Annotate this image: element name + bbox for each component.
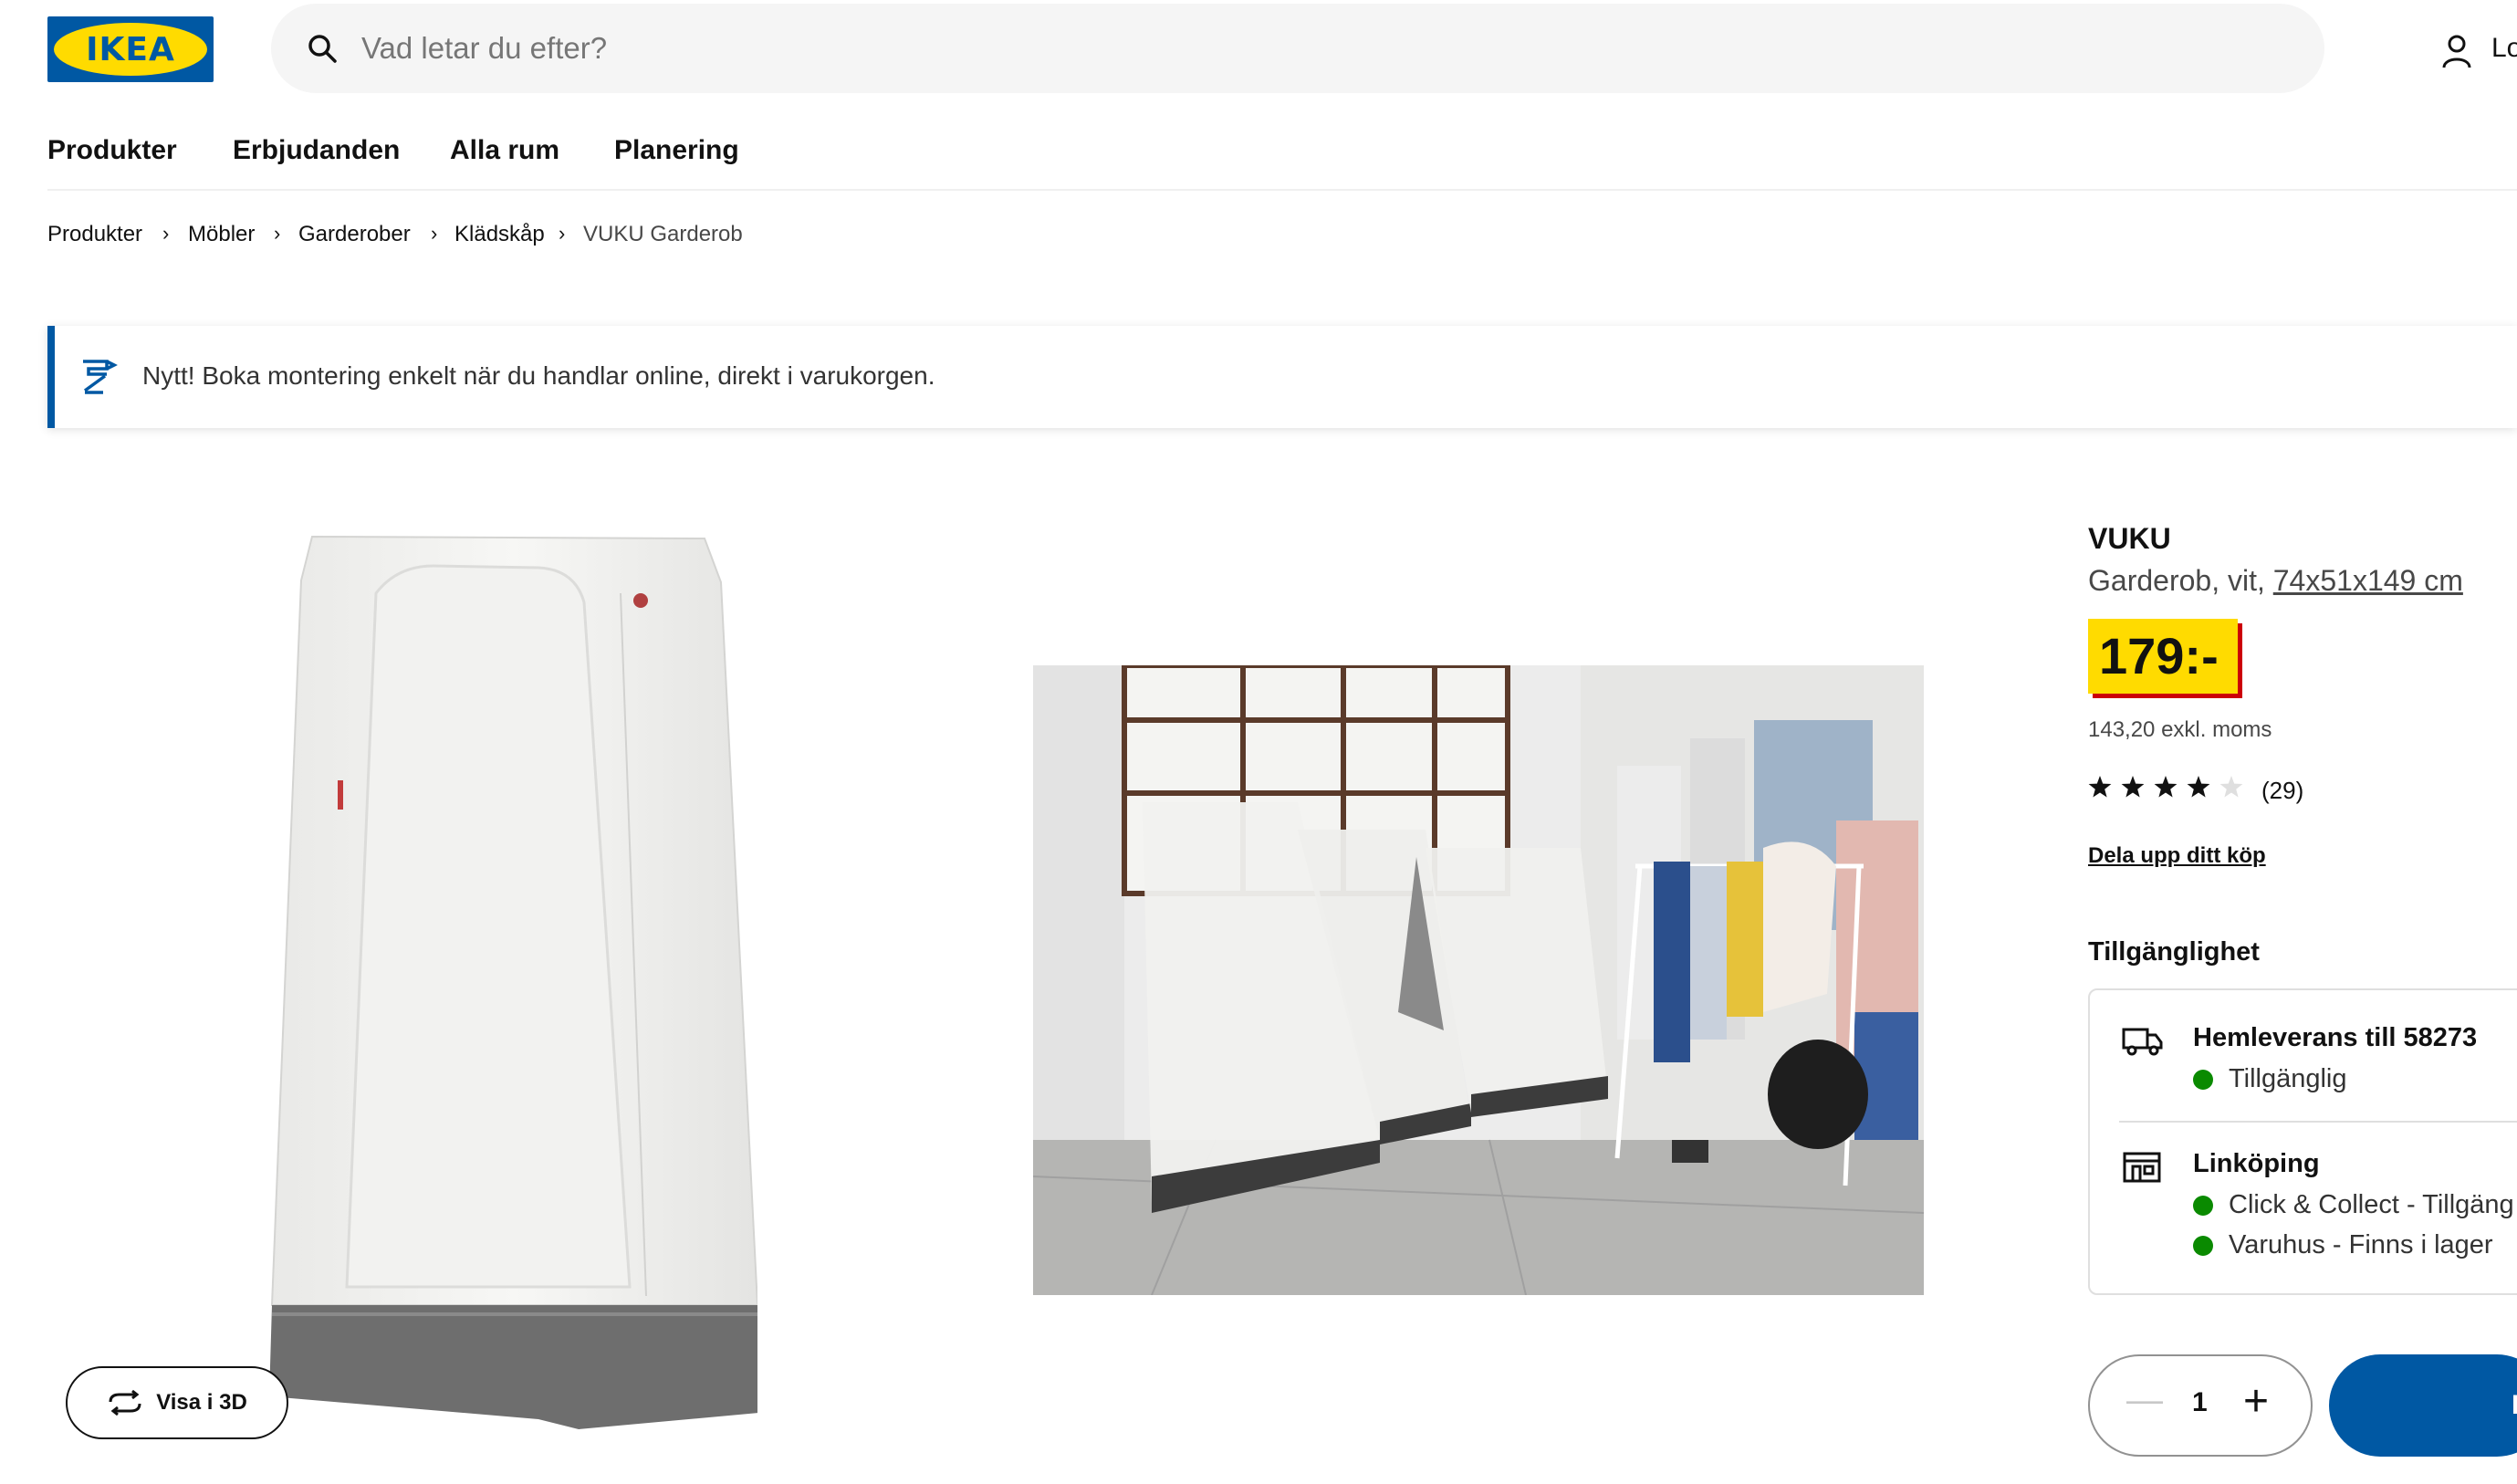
chevron-right-icon: › xyxy=(162,222,170,245)
product-type: Garderob, vit, xyxy=(2088,564,2265,597)
ikea-logo[interactable]: IKEA xyxy=(47,16,214,82)
rotate-3d-icon xyxy=(109,1389,141,1416)
chevron-right-icon: › xyxy=(559,222,566,245)
add-to-cart-button[interactable] xyxy=(2329,1354,2517,1457)
chevron-right-icon: › xyxy=(274,222,281,245)
store-title[interactable]: Linköping xyxy=(2193,1149,2320,1179)
breadcrumb-current: VUKU Garderob xyxy=(583,222,743,246)
assembly-tool-icon xyxy=(83,360,118,394)
store-icon xyxy=(2123,1152,2161,1183)
increase-quantity-button[interactable]: + xyxy=(2243,1376,2269,1427)
star-filled-icon xyxy=(2121,776,2145,798)
nav-planering[interactable]: Planering xyxy=(614,135,739,166)
chevron-right-icon: › xyxy=(431,222,438,245)
availability-divider xyxy=(2119,1121,2517,1123)
breadcrumb-garderober[interactable]: Garderober xyxy=(298,222,411,247)
logo-oval: IKEA xyxy=(54,23,207,76)
quantity-value[interactable]: 1 xyxy=(2192,1387,2208,1418)
product-dimensions-link[interactable]: 74x51x149 cm xyxy=(2273,564,2463,597)
click-collect-status: Click & Collect - Tillgäng xyxy=(2229,1190,2514,1219)
warehouse-status: Varuhus - Finns i lager xyxy=(2229,1230,2493,1259)
status-dot xyxy=(2193,1070,2213,1090)
breadcrumb-mobler[interactable]: Möbler xyxy=(188,222,255,247)
logo-text: IKEA xyxy=(86,30,175,68)
star-empty-icon xyxy=(2219,776,2243,798)
nav-erbjudanden[interactable]: Erbjudanden xyxy=(233,135,400,166)
banner-text: Nytt! Boka montering enkelt när du handl… xyxy=(142,361,935,390)
decrease-quantity-button[interactable]: — xyxy=(2126,1380,2163,1421)
product-image-room[interactable] xyxy=(1033,665,1924,1295)
add-to-cart-label: L xyxy=(2512,1390,2517,1421)
user-icon[interactable] xyxy=(2439,33,2475,69)
login-link[interactable]: Lo xyxy=(2491,33,2517,64)
search-icon[interactable] xyxy=(306,32,339,65)
star-filled-icon xyxy=(2154,776,2178,798)
product-name: VUKU xyxy=(2088,522,2171,555)
star-filled-icon xyxy=(2088,776,2112,798)
star-filled-icon xyxy=(2187,776,2210,798)
breadcrumb-kladskap[interactable]: Klädskåp xyxy=(454,222,545,247)
banner-accent xyxy=(47,326,55,428)
nav-alla-rum[interactable]: Alla rum xyxy=(450,135,559,166)
breadcrumb-produkter[interactable]: Produkter xyxy=(47,222,142,247)
view-3d-button[interactable]: Visa i 3D xyxy=(66,1366,288,1439)
product-description: Garderob, vit, 74x51x149 cm xyxy=(2088,564,2463,598)
delivery-truck-icon xyxy=(2122,1028,2163,1056)
price-value: 179:- xyxy=(2099,627,2219,685)
nav-produkter[interactable]: Produkter xyxy=(47,135,177,166)
delivery-status: Tillgänglig xyxy=(2229,1064,2347,1093)
product-image-wardrobe[interactable] xyxy=(265,529,757,1433)
rating-stars[interactable] xyxy=(2088,774,2252,801)
status-dot xyxy=(2193,1196,2213,1216)
availability-title: Tillgänglighet xyxy=(2088,937,2260,967)
split-payment-link[interactable]: Dela upp ditt köp xyxy=(2088,843,2266,869)
price-excl-vat: 143,20 exkl. moms xyxy=(2088,717,2272,742)
review-count[interactable]: (29) xyxy=(2261,777,2303,805)
view-3d-label: Visa i 3D xyxy=(156,1390,247,1415)
delivery-title[interactable]: Hemleverans till 58273 xyxy=(2193,1023,2477,1053)
search-input[interactable]: Vad letar du efter? xyxy=(361,31,607,66)
header-divider xyxy=(47,189,2517,191)
status-dot xyxy=(2193,1236,2213,1256)
